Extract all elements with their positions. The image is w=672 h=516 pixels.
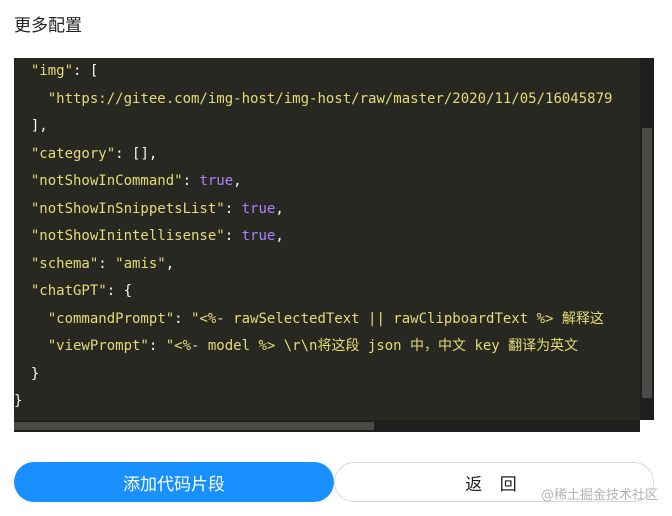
code-string: "notShowInintellisense" <box>30 228 225 244</box>
code-text: : <box>224 228 242 244</box>
code-line: } <box>14 361 640 389</box>
code-line: "https://gitee.com/img-host/img-host/raw… <box>14 86 640 114</box>
code-line: } <box>14 388 640 416</box>
code-text: , <box>275 228 284 244</box>
vertical-scrollbar[interactable] <box>640 58 654 420</box>
code-text: , <box>165 255 175 272</box>
code-text: : <box>98 255 116 272</box>
code-editor[interactable]: "img": [ "https://gitee.com/img-host/img… <box>14 58 654 432</box>
code-string: "chatGPT" <box>30 283 107 299</box>
code-text: : <box>224 200 242 217</box>
code-text: : { <box>106 283 133 299</box>
code-text: ], <box>14 118 48 134</box>
add-snippet-button[interactable]: 添加代码片段 <box>14 462 334 502</box>
code-line: "notShowInCommand": true, <box>14 168 640 196</box>
code-string: "notShowInCommand" <box>30 173 183 189</box>
horizontal-scrollbar[interactable] <box>14 420 640 432</box>
code-string: "viewPrompt" <box>47 338 149 354</box>
code-text: : [ <box>73 63 99 79</box>
code-string: "amis" <box>115 255 166 272</box>
code-line: "notShowInSnippetsList": true, <box>14 196 640 224</box>
horizontal-scrollbar-thumb[interactable] <box>14 422 374 430</box>
code-line: "schema": "amis", <box>14 251 640 279</box>
code-string: "notShowInSnippetsList" <box>30 200 225 217</box>
code-boolean: true <box>241 228 276 244</box>
code-text: , <box>233 173 242 189</box>
code-string: "https://gitee.com/img-host/img-host/raw… <box>47 90 613 107</box>
code-line: "commandPrompt": "<%- rawSelectedText ||… <box>14 306 640 334</box>
code-text: : <box>174 310 192 327</box>
code-line: "viewPrompt": "<%- model %> \r\n将这段 json… <box>14 333 640 361</box>
code-text: } <box>14 393 23 409</box>
code-string: "<%- model %> \r\n将这段 json 中，中文 key 翻译为英… <box>165 338 579 354</box>
code-line: "chatGPT": { <box>14 278 640 306</box>
code-string: "schema" <box>30 255 99 272</box>
code-text: : <box>148 338 166 354</box>
section-title: 更多配置 <box>14 16 82 36</box>
code-text: : <box>182 173 200 189</box>
vertical-scrollbar-thumb[interactable] <box>642 128 652 398</box>
code-string: "img" <box>30 63 74 79</box>
code-content[interactable]: "img": [ "https://gitee.com/img-host/img… <box>14 58 640 420</box>
code-boolean: true <box>241 200 276 217</box>
code-text: , <box>275 200 284 217</box>
code-string: "<%- rawSelectedText || rawClipboardText… <box>191 310 604 327</box>
code-text: } <box>14 365 40 382</box>
code-boolean: true <box>199 173 234 189</box>
code-line: ], <box>14 113 640 141</box>
watermark: @稀土掘金技术社区 <box>540 488 658 503</box>
code-line: "category": [], <box>14 141 640 169</box>
code-line: "img": [ <box>14 58 640 86</box>
code-string: "commandPrompt" <box>47 310 175 327</box>
code-line: "notShowInintellisense": true, <box>14 223 640 251</box>
scrollbar-corner <box>640 420 654 432</box>
code-text: : [], <box>115 145 158 162</box>
code-string: "category" <box>30 145 116 162</box>
